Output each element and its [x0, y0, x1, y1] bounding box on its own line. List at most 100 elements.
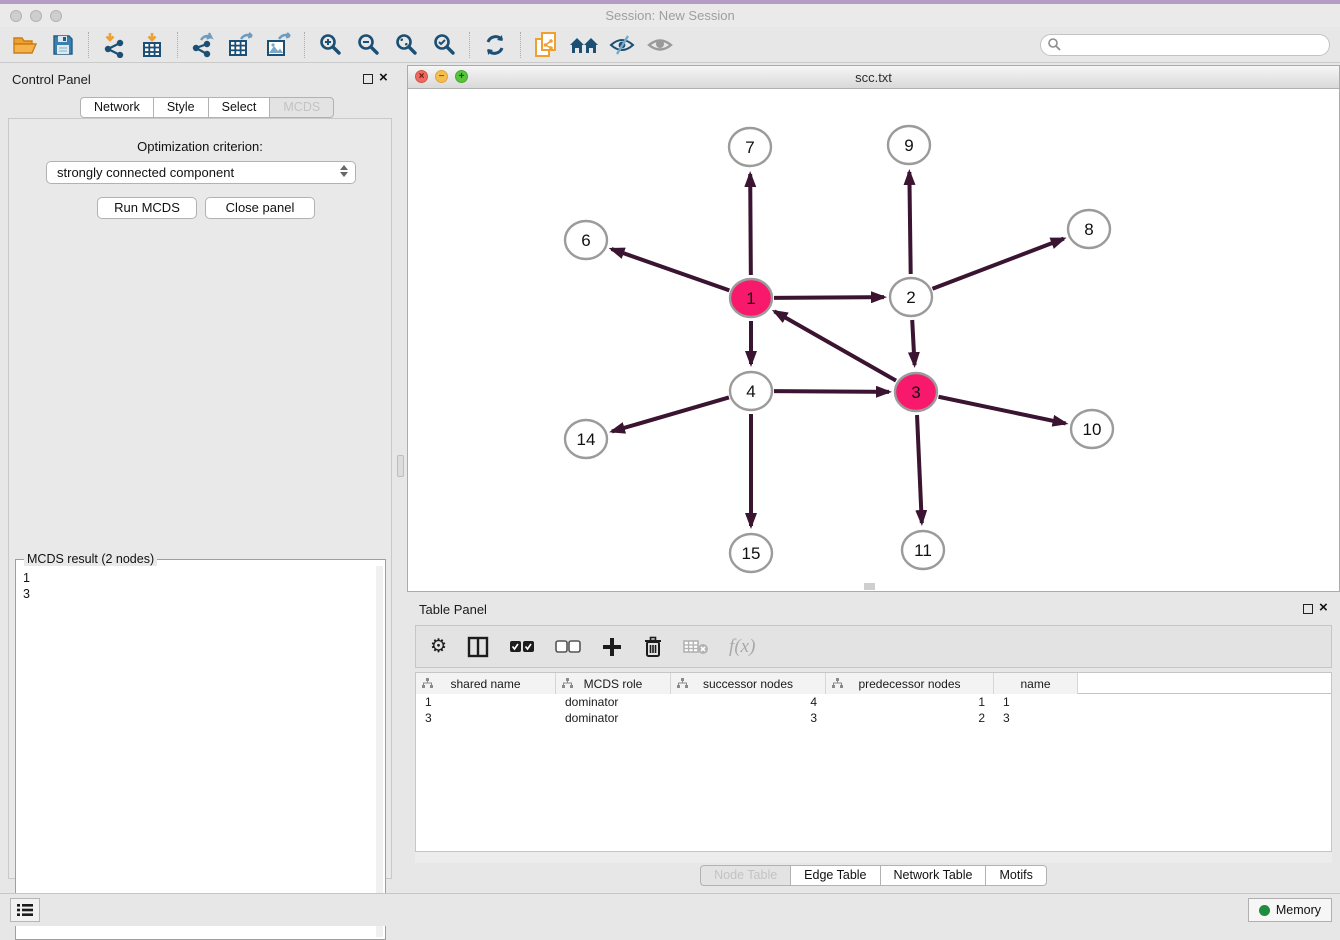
main-titlebar[interactable]: Session: New Session — [0, 4, 1340, 27]
graph-edge-1-2[interactable] — [774, 297, 884, 298]
column-header-label: name — [1020, 677, 1050, 691]
window-resize-handle[interactable] — [864, 583, 875, 590]
table-cell[interactable]: dominator — [556, 694, 671, 710]
export-table-button[interactable] — [222, 29, 260, 61]
zoom-fit-button[interactable] — [387, 29, 425, 61]
panel-splitter-handle[interactable] — [397, 455, 404, 477]
open-folder-icon — [12, 33, 38, 57]
export-network-button[interactable] — [184, 29, 222, 61]
tab-network[interactable]: Network — [80, 97, 154, 118]
result-scrollbar[interactable] — [376, 566, 383, 937]
column-header-successor-nodes[interactable]: successor nodes — [671, 673, 826, 694]
delete-table-button[interactable] — [683, 632, 709, 662]
zoom-selected-button[interactable] — [425, 29, 463, 61]
refresh-button[interactable] — [476, 29, 514, 61]
select-all-rows-button[interactable] — [509, 632, 535, 662]
tab-style[interactable]: Style — [154, 97, 209, 118]
column-header-label: shared name — [450, 677, 520, 691]
search-icon — [1047, 37, 1062, 52]
table-cell[interactable]: 2 — [826, 710, 994, 726]
float-panel-icon[interactable] — [363, 74, 373, 84]
table-cell[interactable]: 3 — [416, 710, 556, 726]
tab-edge-table[interactable]: Edge Table — [791, 865, 880, 886]
column-visibility-button[interactable] — [467, 632, 489, 662]
table-cell[interactable]: 3 — [671, 710, 826, 726]
export-image-button[interactable] — [260, 29, 298, 61]
delete-column-button[interactable] — [643, 632, 663, 662]
mcds-result-text[interactable]: 13 — [18, 566, 375, 937]
graph-node-11[interactable]: 11 — [902, 531, 944, 569]
close-panel-button[interactable]: Close panel — [205, 197, 315, 219]
graph-edge-3-10[interactable] — [939, 397, 1066, 424]
hide-graphics-details-button[interactable] — [603, 29, 641, 61]
tab-node-table[interactable]: Node Table — [700, 865, 791, 886]
main-toolbar — [0, 27, 1340, 63]
function-builder-button[interactable]: f(x) — [729, 632, 755, 662]
zoom-out-button[interactable] — [349, 29, 387, 61]
graph-edge-3-11[interactable] — [917, 415, 922, 523]
graph-node-3[interactable]: 3 — [895, 373, 937, 411]
network-graph[interactable]: 7 9 6 8 1 2 4 3 14 10 15 11 — [408, 89, 1339, 592]
import-table-button[interactable] — [133, 29, 171, 61]
network-canvas[interactable]: 7 9 6 8 1 2 4 3 14 10 15 11 — [408, 89, 1339, 591]
open-session-button[interactable] — [6, 29, 44, 61]
network-window-titlebar[interactable]: × − + scc.txt — [408, 66, 1339, 89]
graph-node-2[interactable]: 2 — [890, 278, 932, 316]
graph-node-9[interactable]: 9 — [888, 126, 930, 164]
zoom-in-button[interactable] — [311, 29, 349, 61]
task-history-button[interactable] — [10, 898, 40, 922]
column-header-label: MCDS role — [584, 677, 643, 691]
table-cell[interactable]: 4 — [671, 694, 826, 710]
search-input[interactable] — [1062, 36, 1329, 54]
run-mcds-button[interactable]: Run MCDS — [97, 197, 197, 219]
first-neighbors-button[interactable] — [565, 29, 603, 61]
search-field[interactable] — [1040, 34, 1330, 56]
graph-node-4[interactable]: 4 — [730, 372, 772, 410]
graph-edge-1-6[interactable] — [611, 249, 729, 290]
tab-network-table[interactable]: Network Table — [881, 865, 987, 886]
table-settings-button[interactable]: ⚙ — [430, 632, 447, 662]
graph-edge-2-3[interactable] — [912, 320, 914, 365]
show-graphics-details-button[interactable] — [641, 29, 679, 61]
graph-node-1[interactable]: 1 — [730, 279, 772, 317]
column-header-label: successor nodes — [703, 677, 793, 691]
tab-mcds[interactable]: MCDS — [270, 97, 334, 118]
tab-select[interactable]: Select — [209, 97, 271, 118]
column-header-shared-name[interactable]: shared name — [416, 673, 556, 694]
float-table-panel-icon[interactable] — [1303, 604, 1313, 614]
graph-edge-1-7[interactable] — [750, 174, 751, 275]
graph-node-8[interactable]: 8 — [1068, 210, 1110, 248]
close-table-panel-icon[interactable]: × — [1319, 599, 1328, 616]
import-network-button[interactable] — [95, 29, 133, 61]
graph-edge-2-8[interactable] — [932, 239, 1063, 289]
graph-edge-4-14[interactable] — [612, 397, 729, 431]
graph-node-14[interactable]: 14 — [565, 420, 607, 458]
graph-node-6[interactable]: 6 — [565, 221, 607, 259]
tab-motifs[interactable]: Motifs — [986, 865, 1046, 886]
table-cell[interactable]: 1 — [994, 694, 1078, 710]
graph-edge-2-9[interactable] — [909, 172, 910, 274]
table-cell[interactable]: 3 — [994, 710, 1078, 726]
deselect-all-rows-button[interactable] — [555, 632, 581, 662]
column-header-name[interactable]: name — [994, 673, 1078, 694]
column-header-MCDS-role[interactable]: MCDS role — [556, 673, 671, 694]
table-cell[interactable]: 1 — [826, 694, 994, 710]
graph-node-7[interactable]: 7 — [729, 128, 771, 166]
memory-button[interactable]: Memory — [1248, 898, 1332, 922]
table-row[interactable]: 1dominator411 — [416, 694, 1331, 710]
table-cell[interactable]: 1 — [416, 694, 556, 710]
create-column-button[interactable] — [601, 632, 623, 662]
save-session-button[interactable] — [44, 29, 82, 61]
close-panel-icon[interactable]: × — [379, 69, 388, 86]
duplicate-network-button[interactable] — [527, 29, 565, 61]
shared-column-icon — [832, 678, 843, 689]
column-header-predecessor-nodes[interactable]: predecessor nodes — [826, 673, 994, 694]
table-row[interactable]: 3dominator323 — [416, 710, 1331, 726]
node-table[interactable]: shared name MCDS role successor nodes prede… — [415, 672, 1332, 852]
graph-node-10[interactable]: 10 — [1071, 410, 1113, 448]
table-cell[interactable]: dominator — [556, 710, 671, 726]
graph-edge-3-1[interactable] — [774, 311, 896, 380]
criterion-dropdown[interactable]: strongly connected component — [46, 161, 356, 184]
graph-edge-4-3[interactable] — [774, 391, 889, 392]
graph-node-15[interactable]: 15 — [730, 534, 772, 572]
